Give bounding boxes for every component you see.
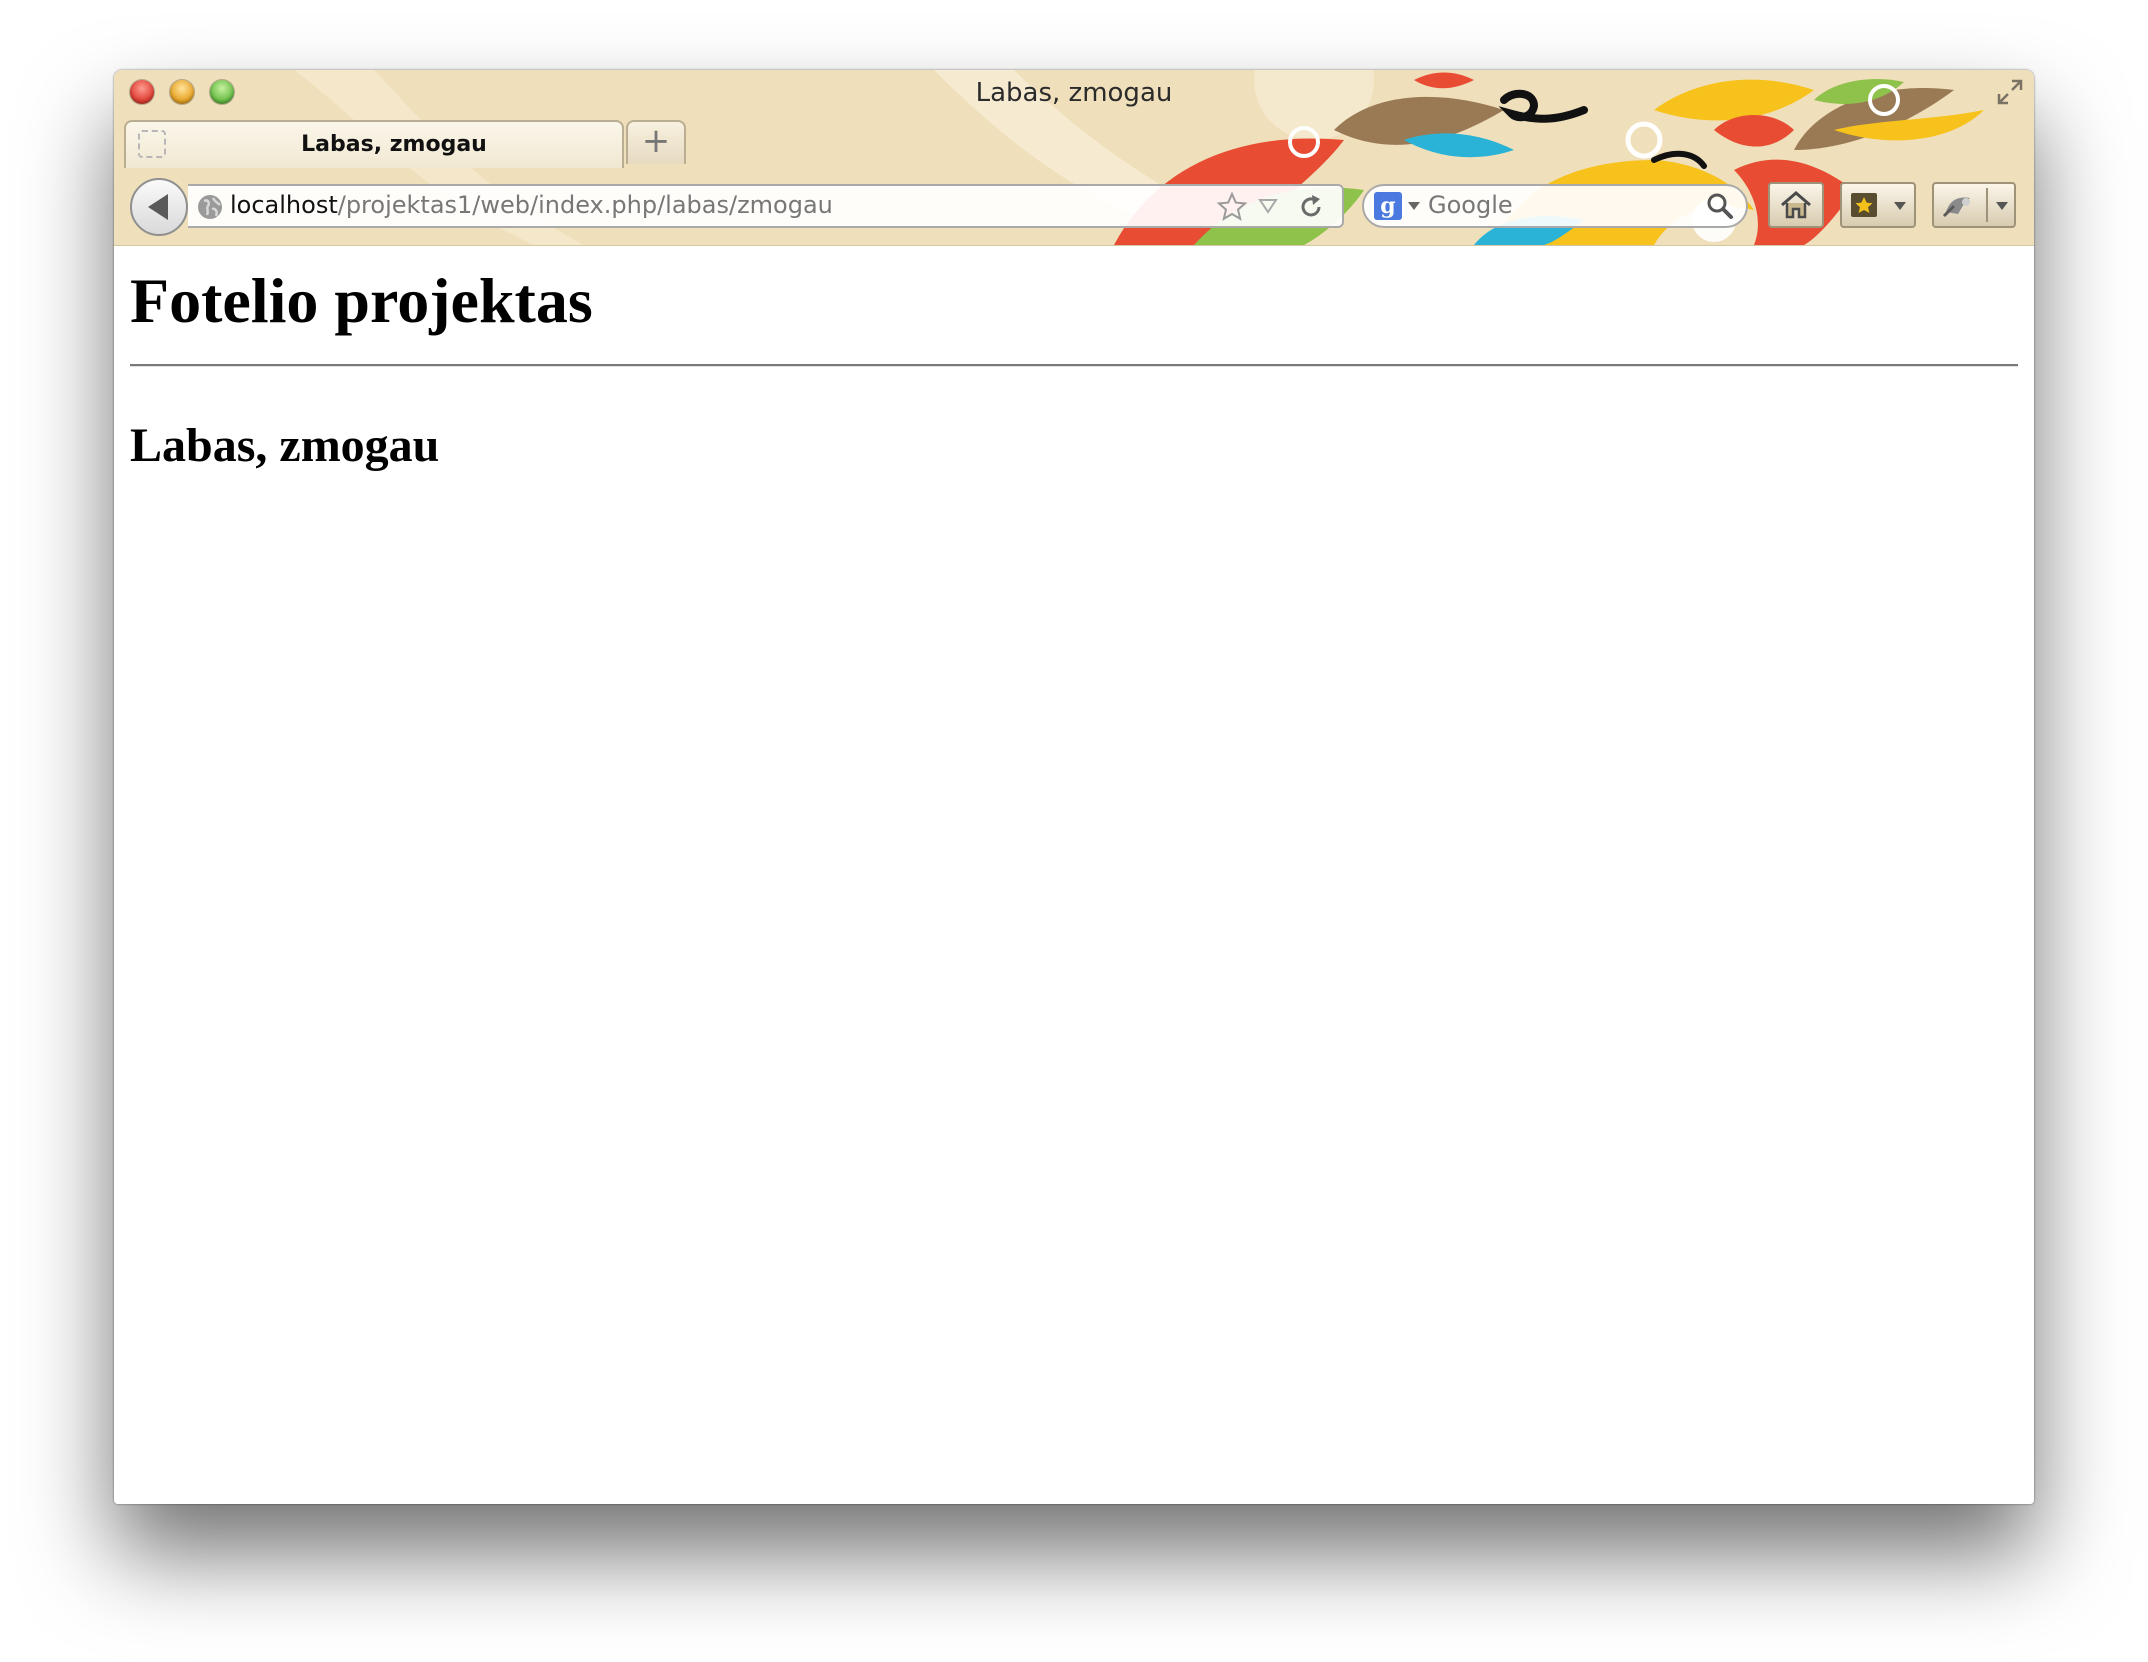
browser-toolbar-area: Labas, zmogau Labas, zmogau + localhost/… [114,70,2034,246]
addon-button[interactable] [1932,182,2016,228]
home-icon [1781,191,1811,219]
globe-icon [198,195,222,219]
window-title: Labas, zmogau [975,78,1173,108]
url-path: /projektas1/web/index.php/labas/zmogau [337,191,833,219]
page-subtitle: Labas, zmogau [130,419,440,472]
new-tab-button[interactable]: + [626,120,686,164]
reload-icon[interactable] [1298,194,1324,220]
history-dropdown-icon[interactable] [1258,198,1278,214]
back-button[interactable] [130,178,188,236]
search-input[interactable]: Google [1428,191,1513,219]
url-host: localhost [230,191,338,219]
page-title: Fotelio projektas [130,265,593,336]
browser-window: Labas, zmogau Labas, zmogau + localhost/… [114,70,2034,1504]
addon-separator [1986,188,1988,222]
back-arrow-icon [148,194,168,220]
engine-dropdown-icon[interactable] [1408,202,1420,210]
search-engine-icon[interactable]: g [1374,192,1402,220]
tab-label: Labas, zmogau [301,132,487,157]
tab-active[interactable]: Labas, zmogau [124,120,624,168]
page-content: Fotelio projektas Labas, zmogau [114,246,2034,1504]
home-button[interactable] [1768,182,1824,228]
horizontal-rule [130,364,2018,367]
search-bar[interactable]: g Google [1362,184,1748,228]
fullscreen-icon[interactable] [1996,78,2024,106]
url-bar[interactable]: localhost/projektas1/web/index.php/labas… [188,184,1344,228]
star-icon[interactable] [1216,191,1248,223]
url-text[interactable]: localhost/projektas1/web/index.php/labas… [230,191,833,219]
bookmarks-icon [1851,193,1877,217]
bookmarks-dropdown-icon [1894,202,1906,210]
bookmarks-menu-button[interactable] [1840,182,1916,228]
addon-icon [1942,197,1970,218]
page-favicon-icon [138,130,166,158]
addon-dropdown-icon [1996,202,2008,210]
magnifier-icon[interactable] [1706,192,1734,220]
